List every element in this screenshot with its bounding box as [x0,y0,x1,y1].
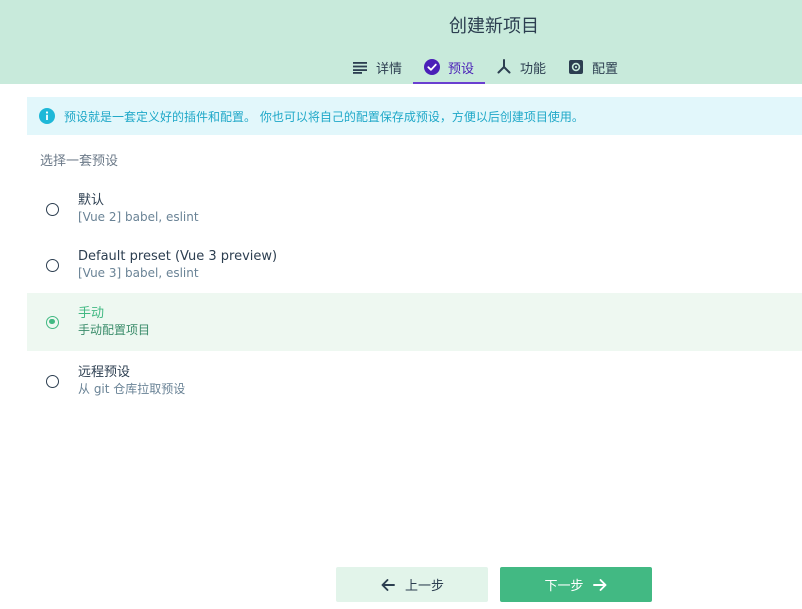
page-title: 创建新项目 [449,16,539,37]
preset-description: 从 git 仓库拉取预设 [78,382,186,396]
info-icon [39,108,55,124]
check-circle-icon [424,59,441,75]
previous-button[interactable]: 上一步 [336,567,488,602]
preset-name: Default preset (Vue 3 preview) [78,249,278,264]
preset-option-remote[interactable]: 远程预设 从 git 仓库拉取预设 [27,352,802,410]
preset-name: 手动 [78,306,105,321]
preset-description: [Vue 2] babel, eslint [78,210,199,224]
step-tabs: 详情 预设 功能 配置 [341,50,629,84]
radio-button[interactable] [46,258,59,272]
preset-description: 手动配置项目 [78,323,151,337]
radio-button[interactable] [46,374,59,388]
preset-name: 远程预设 [78,365,131,380]
list-icon [352,59,368,75]
tab-label: 功能 [520,61,547,77]
next-button[interactable]: 下一步 [500,567,652,602]
tab-features[interactable]: 功能 [485,50,557,84]
settings-icon [568,59,584,75]
previous-button-label: 上一步 [404,579,444,594]
next-button-label: 下一步 [544,579,584,594]
radio-button-selected[interactable] [46,315,59,329]
tab-config[interactable]: 配置 [557,50,629,84]
fork-icon [496,59,512,75]
arrow-left-icon [380,577,396,593]
tab-label: 配置 [592,61,619,77]
info-text: 预设就是一套定义好的插件和配置。 你也可以将自己的配置保存成预设，方便以后创建项… [64,109,584,124]
preset-option-default[interactable]: 默认 [Vue 2] babel, eslint [27,180,802,238]
tab-details[interactable]: 详情 [341,50,413,84]
radio-button[interactable] [46,202,59,216]
info-banner: 预设就是一套定义好的插件和配置。 你也可以将自己的配置保存成预设，方便以后创建项… [27,97,802,135]
tab-presets[interactable]: 预设 [413,50,486,84]
tab-label: 预设 [448,61,475,77]
preset-description: [Vue 3] babel, eslint [78,266,199,280]
preset-option-vue3[interactable]: Default preset (Vue 3 preview) [Vue 3] b… [27,236,802,294]
preset-option-manual[interactable]: 手动 手动配置项目 [27,293,802,351]
header: 创建新项目 详情 预设 功能 配置 [0,0,802,84]
arrow-right-icon [592,577,608,593]
tab-label: 详情 [376,61,403,77]
preset-section-label: 选择一套预设 [40,154,119,169]
preset-name: 默认 [78,193,105,208]
